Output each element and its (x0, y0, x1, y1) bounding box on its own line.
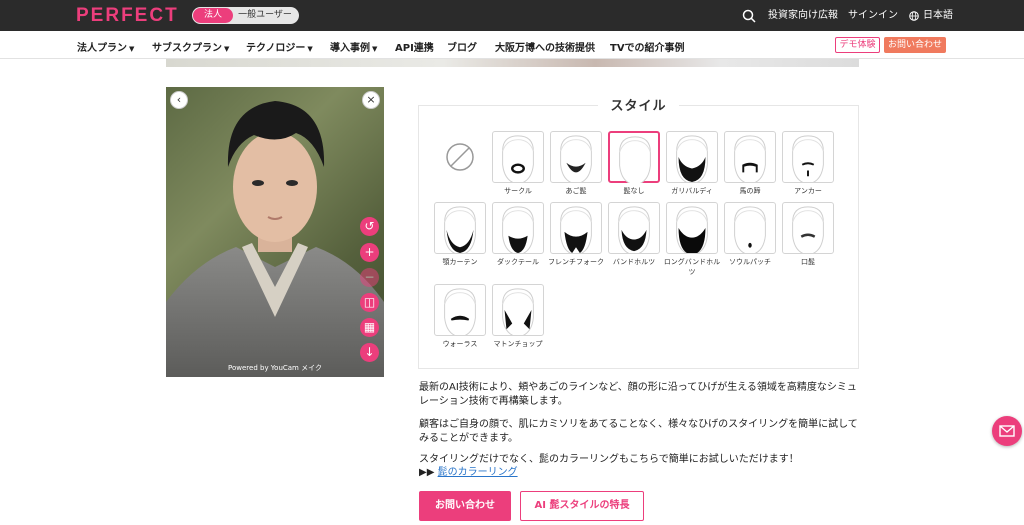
style-tile[interactable] (724, 202, 776, 256)
nav-blog[interactable]: ブログ (447, 39, 477, 54)
caret-down-icon: ▼ (372, 45, 378, 53)
style-title: スタイル (418, 95, 859, 114)
beard-coloring-link[interactable]: 髭のカラーリング (438, 467, 518, 478)
caret-down-icon: ▼ (129, 45, 135, 53)
nav-tv[interactable]: TVでの紹介事例 (610, 39, 685, 54)
nav-label: サブスクプラン (152, 43, 222, 54)
style-tile[interactable] (608, 131, 660, 186)
description-paragraph-2: 顧客はご自身の顔で、肌にカミソリをあてることなく、様々なひげのスタイリングを簡単… (419, 419, 858, 444)
style-tile-label: 馬の蹄 (739, 187, 761, 195)
beard-style-icon (560, 206, 592, 256)
style-tile-label: フレンチフォーク (548, 258, 604, 266)
grid-view-icon[interactable]: ▦ (360, 318, 379, 337)
beard-style-icon (734, 135, 766, 185)
description-paragraph-1: 最新のAI技術により、頬やあごのラインなど、顔の形に沿ってひげが生える領域を高精… (419, 382, 857, 407)
beard-style-icon (444, 206, 476, 256)
style-tile-label: アンカー (794, 187, 822, 195)
style-tile-label: 髭なし (623, 187, 645, 195)
style-tile[interactable] (550, 131, 602, 185)
nav-osaka-expo[interactable]: 大阪万博への技術提供 (495, 39, 595, 54)
compare-icon[interactable]: ◫ (360, 293, 379, 312)
demo-button[interactable]: デモ体験 (835, 37, 880, 53)
beard-style-icon (502, 288, 534, 338)
top-bar: PERFECT 法人 一般ユーザー 投資家向け広報 サインイン 日本語 (0, 0, 1024, 31)
mail-fab[interactable] (992, 416, 1022, 446)
nav-technology[interactable]: テクノロジー ▼ (246, 39, 313, 54)
download-icon[interactable]: ↓ (360, 343, 379, 362)
nav-label: テクノロジー (246, 43, 306, 54)
style-tile[interactable] (666, 202, 718, 256)
style-tile[interactable] (492, 202, 544, 256)
style-tile[interactable] (666, 131, 718, 185)
signin-link[interactable]: サインイン (848, 0, 898, 31)
style-tile-label: あご髭 (565, 187, 587, 195)
style-tile-label: ソウルパッチ (729, 258, 771, 266)
style-tile[interactable] (492, 284, 544, 338)
style-tile[interactable] (782, 131, 834, 185)
nav-label: 法人プラン (77, 43, 127, 54)
preview-photo: ‹ × ↺ + − ◫ ▦ ↓ Powered by YouCam メイク (166, 87, 384, 377)
portrait-image (166, 101, 384, 377)
search-icon[interactable] (742, 9, 756, 23)
nav-corporate-plan[interactable]: 法人プラン ▼ (77, 39, 134, 54)
beard-style-icon (734, 206, 766, 256)
features-button[interactable]: AI 髭スタイルの特長 (520, 491, 644, 521)
beard-style-icon (502, 206, 534, 256)
language-selector[interactable]: 日本語 (923, 0, 953, 31)
coloring-link-row: ▶▶ 髭のカラーリング (419, 466, 859, 480)
style-tile[interactable] (434, 202, 486, 256)
style-tile-label: バンドホルツ (612, 258, 656, 266)
beard-style-icon (560, 135, 592, 185)
style-tile-label: ダックテール (497, 258, 539, 266)
style-tile-label: ウォーラス (442, 340, 478, 348)
beard-style-icon (444, 288, 476, 338)
toggle-general-user[interactable]: 一般ユーザー (234, 8, 296, 23)
user-type-toggle[interactable]: 法人 一般ユーザー (192, 7, 299, 24)
style-tile-label: ガリバルディ (671, 187, 713, 195)
investor-relations-link[interactable]: 投資家向け広報 (768, 0, 838, 31)
main-nav: 法人プラン ▼ サブスクプラン ▼ テクノロジー ▼ 導入事例 ▼ API連携 ブログ … (0, 31, 1024, 59)
style-tile-label: 口髭 (801, 258, 815, 266)
arrow-icon: ▶▶ (419, 467, 435, 478)
style-tile[interactable] (550, 202, 602, 256)
toggle-corporate[interactable]: 法人 (193, 8, 233, 23)
banner-image-strip (166, 59, 859, 67)
beard-style-icon (619, 136, 651, 186)
style-tile-label: マトンチョップ (493, 340, 543, 348)
style-title-text: スタイル (598, 99, 679, 114)
globe-icon (909, 11, 919, 21)
nav-case-studies[interactable]: 導入事例 ▼ (330, 39, 377, 54)
mail-icon (999, 425, 1015, 437)
nav-label: 導入事例 (330, 43, 370, 54)
beard-style-icon (792, 135, 824, 185)
zoom-in-icon[interactable]: + (360, 243, 379, 262)
nav-api[interactable]: API連携 (395, 39, 434, 54)
style-tile[interactable] (608, 202, 660, 256)
style-tile-label: ロングバンドホルツ (663, 258, 721, 276)
style-tile-label: 顎カーテン (442, 258, 478, 266)
site-logo[interactable]: PERFECT (76, 5, 179, 27)
beard-style-icon (676, 135, 708, 185)
no-style-icon[interactable] (445, 142, 475, 172)
nav-subscription-plan[interactable]: サブスクプラン ▼ (152, 39, 229, 54)
caret-down-icon: ▼ (307, 45, 313, 53)
style-tile[interactable] (724, 131, 776, 185)
description-paragraph-3: スタイリングだけでなく、髭のカラーリングもこちらで簡単にお試しいただけます！ (419, 454, 799, 465)
contact-button-top[interactable]: お問い合わせ (884, 37, 946, 53)
beard-style-icon (502, 135, 534, 185)
caret-down-icon: ▼ (224, 45, 230, 53)
zoom-out-icon[interactable]: − (360, 268, 379, 287)
style-tile[interactable] (492, 131, 544, 185)
close-icon[interactable]: × (362, 91, 380, 109)
beard-style-icon (792, 206, 824, 256)
back-button[interactable]: ‹ (170, 91, 188, 109)
style-tile[interactable] (434, 284, 486, 338)
undo-icon[interactable]: ↺ (360, 217, 379, 236)
style-tile[interactable] (782, 202, 834, 256)
powered-by-label: Powered by YouCam メイク (228, 364, 322, 372)
contact-button[interactable]: お問い合わせ (419, 491, 511, 521)
beard-style-icon (676, 206, 708, 256)
beard-style-icon (618, 206, 650, 256)
style-tile-label: サークル (504, 187, 532, 195)
